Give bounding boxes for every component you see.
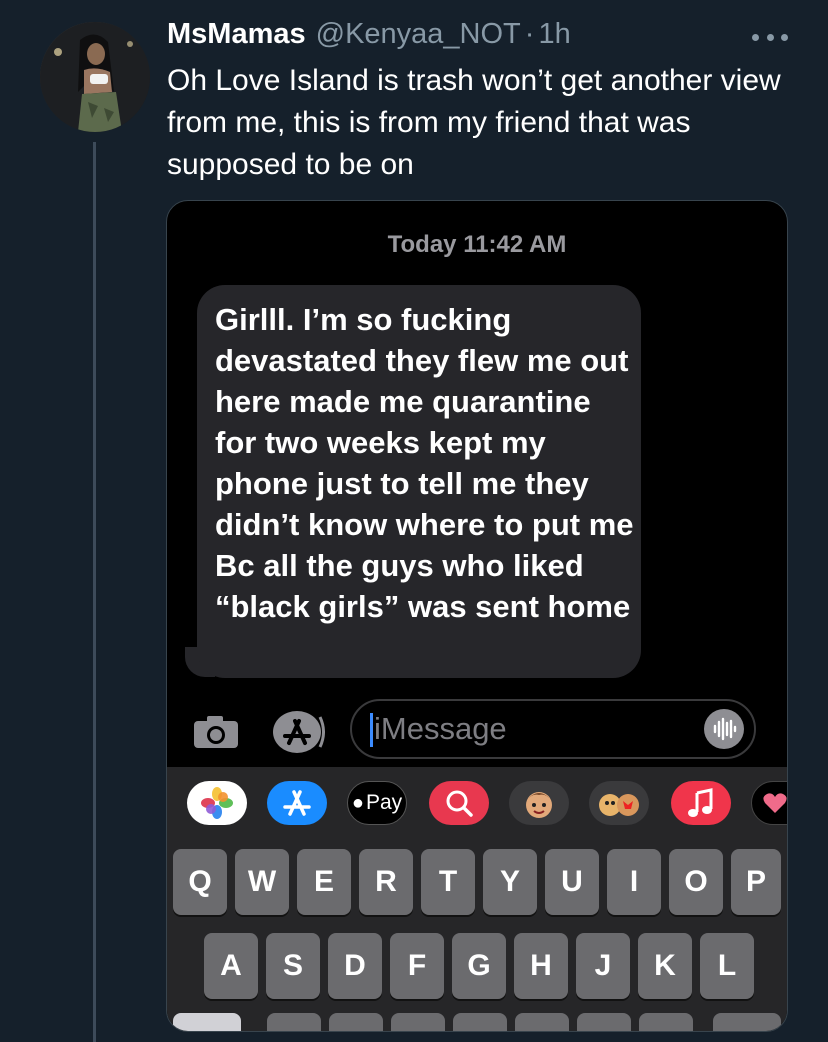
display-name[interactable]: MsMamas bbox=[167, 18, 306, 51]
key-s[interactable]: S bbox=[266, 933, 320, 999]
search-images-icon[interactable] bbox=[429, 781, 489, 825]
timestamp[interactable]: 1h bbox=[538, 18, 570, 51]
key-delete[interactable] bbox=[713, 1013, 781, 1031]
key-t[interactable]: T bbox=[421, 849, 475, 915]
key-d[interactable]: D bbox=[328, 933, 382, 999]
key-l[interactable]: L bbox=[700, 933, 754, 999]
key-g[interactable]: G bbox=[452, 933, 506, 999]
key-shift[interactable] bbox=[173, 1013, 241, 1031]
memoji-icon[interactable] bbox=[509, 781, 569, 825]
message-timestamp: Today 11:42 AM bbox=[387, 231, 567, 258]
key-e[interactable]: E bbox=[297, 849, 351, 915]
key-h[interactable]: H bbox=[514, 933, 568, 999]
key-y[interactable]: Y bbox=[483, 849, 537, 915]
tweet-text: Oh Love Island is trash won’t get anothe… bbox=[167, 64, 781, 181]
more-options-icon[interactable] bbox=[752, 30, 788, 44]
key-k[interactable]: K bbox=[638, 933, 692, 999]
photos-icon[interactable] bbox=[187, 781, 247, 825]
heart-icon[interactable] bbox=[751, 781, 787, 825]
key-j[interactable]: J bbox=[576, 933, 630, 999]
key-i[interactable]: I bbox=[607, 849, 661, 915]
handle[interactable]: @Kenyaa_NOT bbox=[316, 18, 521, 51]
apple-pay-label: Pay bbox=[365, 791, 403, 814]
key-v[interactable] bbox=[453, 1013, 507, 1031]
key-z[interactable] bbox=[267, 1013, 321, 1031]
thread-line bbox=[93, 142, 96, 1042]
tweet-media[interactable]: Today 11:42 AM Girlll. I’m so fucking de… bbox=[166, 200, 788, 1032]
separator-dot: · bbox=[524, 18, 535, 50]
imessage-placeholder: iMessage bbox=[374, 711, 507, 746]
key-f[interactable]: F bbox=[390, 933, 444, 999]
key-n[interactable] bbox=[577, 1013, 631, 1031]
key-w[interactable]: W bbox=[235, 849, 289, 915]
apple-pay-icon[interactable]: ● Pay bbox=[347, 781, 407, 825]
key-c[interactable] bbox=[391, 1013, 445, 1031]
avatar[interactable] bbox=[40, 22, 150, 132]
key-b[interactable] bbox=[515, 1013, 569, 1031]
key-a[interactable]: A bbox=[204, 933, 258, 999]
key-q[interactable]: Q bbox=[173, 849, 227, 915]
app-drawer: ● Pay bbox=[167, 767, 787, 833]
memoji-stickers-icon[interactable] bbox=[589, 781, 649, 825]
key-m[interactable] bbox=[639, 1013, 693, 1031]
app-store-icon[interactable] bbox=[267, 781, 327, 825]
camera-icon[interactable] bbox=[193, 715, 239, 749]
key-o[interactable]: O bbox=[669, 849, 723, 915]
keyboard: Q W E R T Y U I O P A S D F G H J K L bbox=[167, 833, 787, 1031]
audio-message-icon[interactable] bbox=[704, 709, 744, 749]
app-store-icon[interactable] bbox=[271, 709, 325, 755]
tweet-header: MsMamas @Kenyaa_NOT · 1h bbox=[167, 18, 571, 54]
key-p[interactable]: P bbox=[731, 849, 781, 915]
message-text: Girlll. I’m so fucking devastated they f… bbox=[215, 302, 634, 624]
text-cursor bbox=[370, 713, 373, 747]
key-x[interactable] bbox=[329, 1013, 383, 1031]
key-r[interactable]: R bbox=[359, 849, 413, 915]
music-icon[interactable] bbox=[671, 781, 731, 825]
imessage-input[interactable]: iMessage bbox=[350, 699, 756, 759]
key-u[interactable]: U bbox=[545, 849, 599, 915]
